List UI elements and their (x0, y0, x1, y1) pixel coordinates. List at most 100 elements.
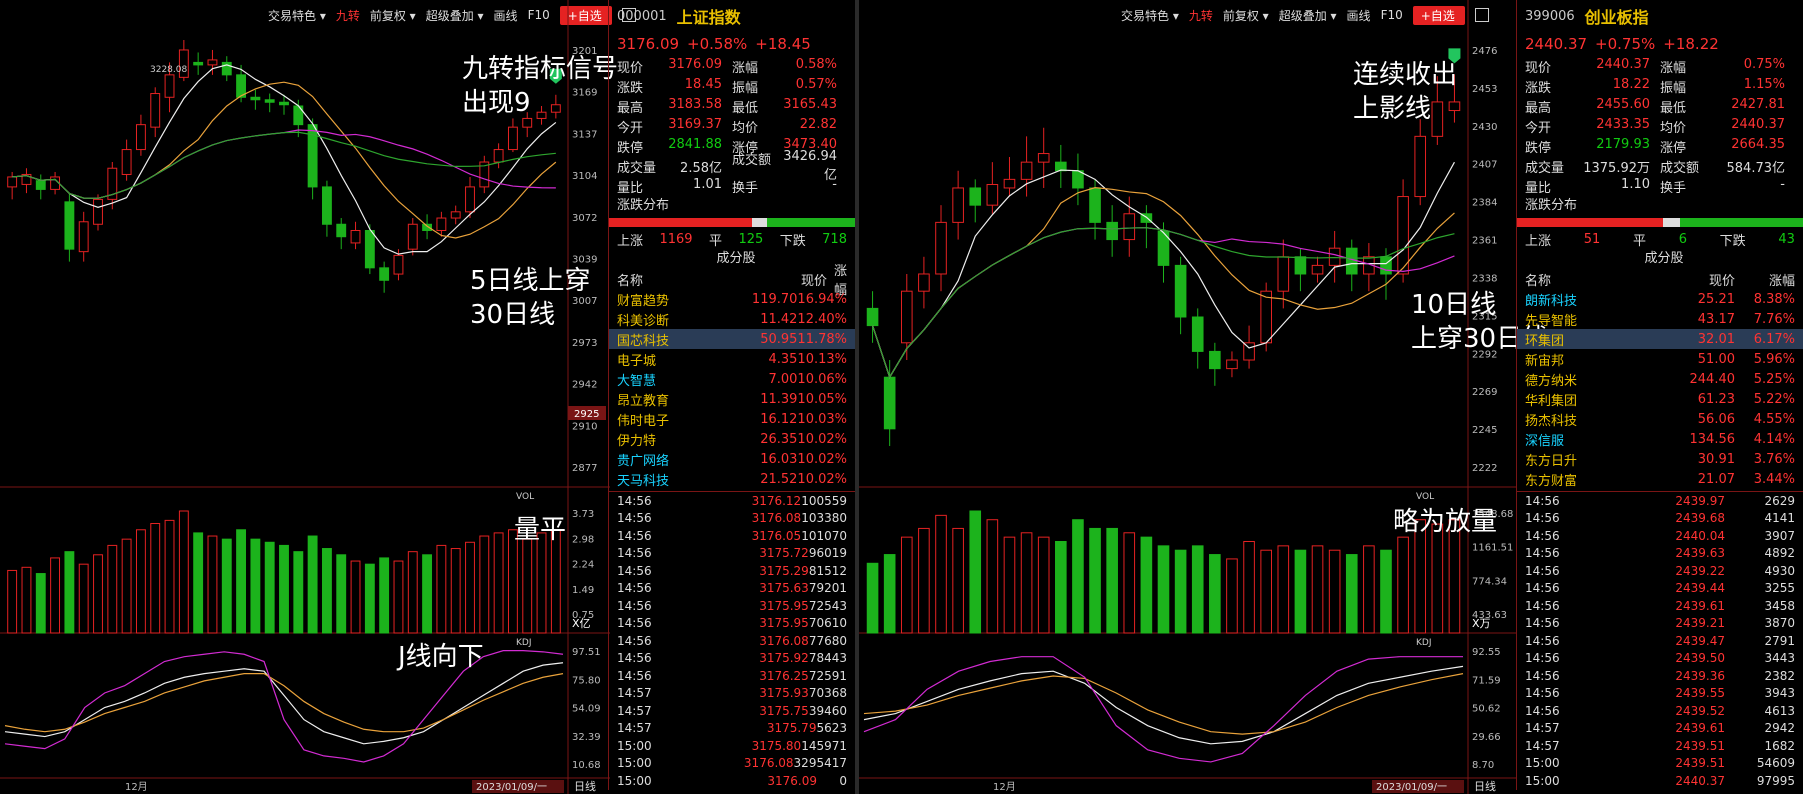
volume-bar[interactable] (336, 554, 347, 634)
volume-bar[interactable] (407, 551, 418, 634)
stock-row[interactable]: 贵广网络 16.03 10.02% (609, 449, 855, 469)
volume-bar[interactable] (465, 541, 475, 634)
candle-body[interactable] (1123, 213, 1136, 241)
stock-name[interactable]: 昂立教育 (617, 390, 712, 409)
candle-body[interactable] (1414, 135, 1427, 198)
volume-bar[interactable] (7, 569, 18, 634)
candle-body[interactable] (1260, 290, 1272, 344)
volume-bar[interactable] (935, 514, 947, 634)
volume-bar[interactable] (1294, 549, 1307, 634)
candle-body[interactable] (436, 217, 447, 231)
volume-bar[interactable] (121, 538, 132, 634)
stock-name[interactable]: 深信服 (1525, 430, 1635, 449)
volume-bar[interactable] (1363, 545, 1375, 634)
candle-body[interactable] (952, 187, 964, 223)
stock-row[interactable]: 国芯科技 50.95 11.78% (609, 329, 855, 349)
candle-body[interactable] (193, 61, 204, 66)
stock-row[interactable]: 伊力特 26.35 10.02% (609, 429, 855, 449)
volume-bar[interactable] (1209, 554, 1221, 634)
candle-body[interactable] (1020, 161, 1033, 180)
volume-bar[interactable] (1089, 527, 1101, 634)
stock-name[interactable]: 电子城 (617, 350, 712, 369)
volume-bar[interactable] (1157, 545, 1170, 634)
stock-name[interactable]: 国芯科技 (617, 330, 712, 349)
volume-bar[interactable] (193, 532, 204, 634)
volume-bar[interactable] (1174, 549, 1187, 634)
candle-body[interactable] (986, 184, 999, 206)
stock-row[interactable]: 先导智能 43.17 7.76% (1517, 309, 1803, 329)
volume-bar[interactable] (393, 560, 404, 634)
volume-bar[interactable] (207, 535, 218, 634)
volume-bar[interactable] (1072, 519, 1084, 634)
volume-bar[interactable] (78, 563, 89, 634)
volume-bar[interactable] (321, 548, 332, 634)
candle-body[interactable] (35, 180, 46, 190)
candle-body[interactable] (450, 211, 461, 219)
stock-name[interactable]: 扬杰科技 (1525, 410, 1635, 429)
column-header[interactable]: 名称 (1525, 270, 1635, 289)
stock-name[interactable]: 东方日升 (1525, 450, 1635, 469)
volume-bar[interactable] (1003, 536, 1016, 634)
volume-bar[interactable] (250, 538, 261, 634)
candle-body[interactable] (465, 186, 475, 213)
volume-bar[interactable] (1140, 536, 1153, 634)
volume-bar[interactable] (900, 536, 913, 634)
candle-body[interactable] (493, 149, 504, 163)
volume-bar[interactable] (1226, 558, 1238, 634)
volume-bar[interactable] (264, 541, 275, 634)
candle-body[interactable] (918, 273, 930, 292)
candle-body[interactable] (364, 229, 375, 269)
volume-bar[interactable] (479, 535, 490, 634)
stock-name[interactable]: 天马科技 (617, 470, 712, 489)
volume-bar[interactable] (35, 573, 46, 634)
stock-row[interactable]: 东方财富 21.07 3.44% (1517, 469, 1803, 489)
stock-row[interactable]: 科美诊断 11.42 12.40% (609, 309, 855, 329)
volume-bar[interactable] (1243, 541, 1255, 634)
period-label[interactable]: 日线 (1474, 779, 1496, 793)
candle-body[interactable] (1055, 161, 1067, 172)
candle-body[interactable] (164, 74, 175, 98)
volume-bar[interactable] (536, 532, 547, 634)
candle-body[interactable] (1397, 196, 1409, 275)
stock-name[interactable]: 华利集团 (1525, 390, 1635, 409)
volume-bar[interactable] (21, 566, 32, 634)
volume-bar[interactable] (50, 557, 61, 634)
volume-bar[interactable] (1037, 536, 1050, 634)
candle-body[interactable] (1191, 316, 1204, 352)
stock-row[interactable]: 天马科技 21.52 10.02% (609, 469, 855, 489)
candle-body[interactable] (1380, 256, 1392, 275)
candle-body[interactable] (866, 307, 879, 327)
volume-bar[interactable] (236, 529, 247, 634)
column-header[interactable]: 现价 (727, 270, 827, 289)
volume-bar[interactable] (422, 554, 433, 634)
volume-bar[interactable] (866, 562, 879, 634)
candle-body[interactable] (321, 186, 332, 225)
volume-bar[interactable] (436, 544, 447, 634)
candle-body[interactable] (250, 96, 261, 101)
candle-body[interactable] (1345, 247, 1358, 275)
volume-bar[interactable] (379, 557, 390, 634)
candle-body[interactable] (393, 254, 404, 275)
volume-bar[interactable] (1277, 545, 1290, 634)
volume-bar[interactable] (450, 548, 461, 634)
stock-row[interactable]: 深信服 134.56 4.14% (1517, 429, 1803, 449)
stock-row[interactable]: 伟时电子 16.12 10.03% (609, 409, 855, 429)
column-header[interactable]: 名称 (617, 270, 727, 289)
candle-body[interactable] (1277, 256, 1290, 292)
candle-body[interactable] (969, 187, 982, 206)
stock-name[interactable]: 大智慧 (617, 370, 712, 389)
volume-bar[interactable] (64, 551, 75, 634)
volume-bar[interactable] (364, 563, 375, 634)
candle-body[interactable] (883, 376, 896, 430)
volume-bar[interactable] (493, 532, 504, 634)
stock-name[interactable]: 财富趋势 (617, 290, 712, 309)
candle-body[interactable] (93, 198, 103, 225)
candle-body[interactable] (1174, 264, 1187, 318)
candle-body[interactable] (407, 223, 418, 250)
volume-bar[interactable] (1380, 549, 1392, 634)
volume-bar[interactable] (135, 529, 146, 634)
volume-bar[interactable] (1345, 554, 1358, 634)
candle-body[interactable] (1003, 178, 1016, 189)
candle-body[interactable] (7, 176, 18, 188)
stock-name[interactable]: 伊力特 (617, 430, 712, 449)
